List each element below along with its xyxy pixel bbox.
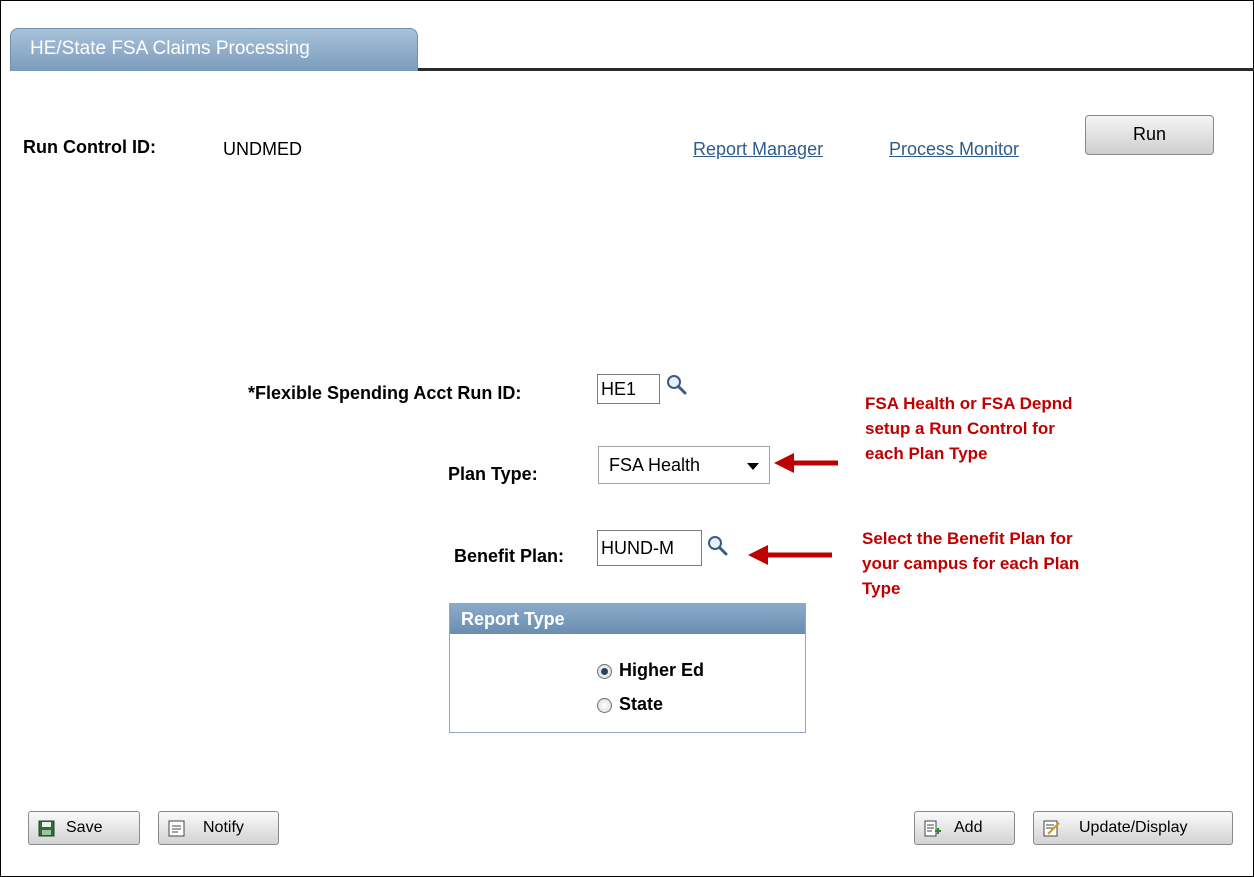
benefit-plan-annotation: Select the Benefit Plan for your campus … — [862, 526, 1079, 601]
save-button[interactable]: Save — [28, 811, 140, 845]
run-control-label: Run Control ID: — [23, 137, 156, 157]
higher-ed-label[interactable]: Higher Ed — [619, 660, 704, 681]
add-button[interactable]: Add — [914, 811, 1015, 845]
add-label: Add — [954, 819, 983, 836]
benefit-plan-label: Benefit Plan: — [454, 546, 565, 566]
plan-type-arrow-icon — [774, 453, 838, 473]
plan-type-dropdown[interactable]: FSA Health — [598, 446, 770, 484]
plan-type-annotation: FSA Health or FSA Depnd setup a Run Cont… — [865, 391, 1072, 466]
chevron-down-icon — [747, 463, 759, 470]
update-display-icon — [1043, 820, 1060, 837]
report-type-header: Report Type — [450, 604, 805, 634]
add-icon — [924, 820, 941, 837]
run-button[interactable]: Run — [1085, 115, 1214, 155]
benefit-plan-note-line-2: your campus for each Plan — [862, 554, 1080, 573]
benefit-plan-lookup-icon[interactable] — [706, 534, 728, 556]
plan-type-note-line-1: FSA Health or FSA Depnd — [865, 394, 1073, 413]
fsa-run-id-label: *Flexible Spending Acct Run ID: — [248, 383, 522, 403]
fsa-run-id-field[interactable]: HE1 — [597, 374, 660, 404]
plan-type-note-line-2: setup a Run Control for — [865, 419, 1055, 438]
update-display-button[interactable]: Update/Display — [1033, 811, 1233, 845]
benefit-plan-field[interactable]: HUND-M — [597, 530, 702, 566]
plan-type-note-line-3: each Plan Type — [865, 444, 988, 463]
tab-label: HE/State FSA Claims Processing — [30, 38, 310, 59]
save-icon — [38, 820, 55, 837]
higher-ed-radio[interactable] — [597, 664, 612, 679]
benefit-plan-arrow-icon — [748, 545, 832, 565]
notify-label: Notify — [203, 819, 244, 836]
report-manager-link[interactable]: Report Manager — [693, 139, 823, 160]
benefit-plan-note-line-3: Type — [862, 579, 901, 598]
save-label: Save — [66, 819, 103, 836]
tab-divider — [418, 68, 1254, 71]
plan-type-value: FSA Health — [609, 455, 701, 475]
notify-icon — [168, 820, 185, 837]
state-label[interactable]: State — [619, 694, 663, 715]
fsa-run-id-lookup-icon[interactable] — [665, 373, 687, 395]
tab-fsa-claims-processing[interactable]: HE/State FSA Claims Processing — [10, 28, 418, 71]
update-display-label: Update/Display — [1079, 819, 1188, 836]
page-frame: HE/State FSA Claims Processing Run Contr… — [0, 0, 1254, 877]
benefit-plan-note-line-1: Select the Benefit Plan for — [862, 529, 1073, 548]
notify-button[interactable]: Notify — [158, 811, 279, 845]
plan-type-label: Plan Type: — [448, 464, 538, 484]
report-type-group: Report Type Higher Ed State — [449, 603, 806, 733]
run-control-value: UNDMED — [223, 139, 302, 159]
process-monitor-link[interactable]: Process Monitor — [889, 139, 1019, 160]
state-radio[interactable] — [597, 698, 612, 713]
